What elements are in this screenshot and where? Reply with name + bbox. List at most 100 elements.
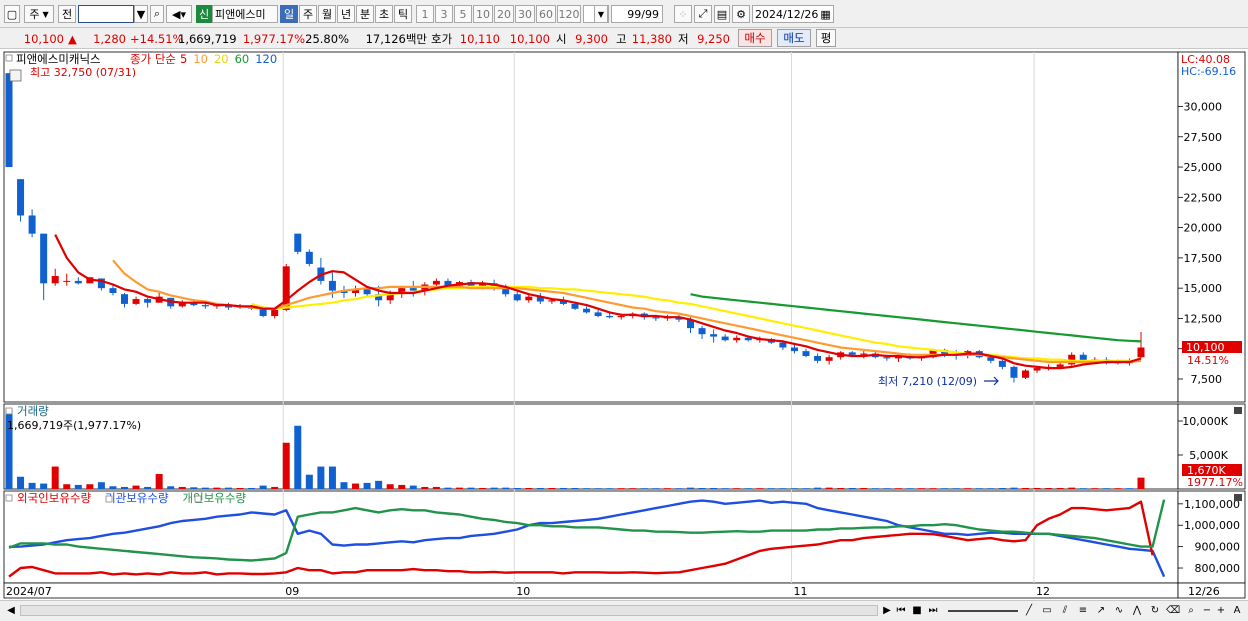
- gear-icon[interactable]: ⚙: [732, 5, 750, 23]
- interval-120[interactable]: 120: [557, 5, 581, 23]
- interval-5[interactable]: 5: [454, 5, 472, 23]
- draw-arrow-icon[interactable]: ↗: [1094, 603, 1108, 618]
- high-label: 고: [616, 32, 627, 46]
- volume-bar: [74, 484, 82, 489]
- legend-individual-toggle-icon[interactable]: [194, 495, 202, 503]
- window-icon[interactable]: ▢: [4, 5, 20, 23]
- holdings-legend: 외국인보유수량 기관보유수량 개인보유수량: [17, 491, 246, 505]
- volume-bar: [502, 487, 510, 489]
- volume-bar: [536, 487, 544, 489]
- price-tick-label: 7,500: [1191, 373, 1223, 386]
- period-year[interactable]: 년: [337, 5, 355, 23]
- stock-chart: 2024/07091011127,50010,00012,50015,00017…: [3, 51, 1246, 599]
- chart-title: 피앤에스미캐닉스: [16, 52, 101, 66]
- save-icon[interactable]: ▤: [714, 5, 730, 23]
- scroll-first-icon[interactable]: ⏮: [894, 603, 908, 618]
- compare-icon[interactable]: ⁘: [674, 5, 692, 23]
- volume-panel-toggle-icon[interactable]: [5, 407, 13, 415]
- draw-line-icon[interactable]: ╱: [1022, 603, 1036, 618]
- volume-bar: [952, 488, 960, 490]
- draw-cycle-icon[interactable]: ↻: [1148, 603, 1162, 618]
- legend-institution: 기관보유수량: [105, 491, 169, 505]
- legend-institution-toggle-icon[interactable]: [105, 495, 113, 503]
- legend-individual: 개인보유수량: [183, 491, 247, 505]
- volume-bar: [941, 488, 949, 490]
- sell-button[interactable]: 매도: [777, 29, 811, 47]
- scroll-right-icon[interactable]: ▶: [880, 603, 894, 618]
- volume-bar: [1045, 487, 1053, 489]
- code-dropdown-chevron-icon[interactable]: ▼: [134, 5, 148, 23]
- font-size-icon[interactable]: A: [1230, 603, 1244, 618]
- scroll-last-icon[interactable]: ⏭: [926, 603, 940, 618]
- interval-10[interactable]: 10: [473, 5, 493, 23]
- volume-bar: [629, 488, 637, 490]
- hc-label: HC:-69.16: [1181, 65, 1236, 78]
- volume-panel-close-icon[interactable]: [1234, 407, 1242, 414]
- current-pct-marker-label: 14.51%: [1187, 354, 1229, 367]
- interval-1[interactable]: 1: [416, 5, 434, 23]
- interval-20[interactable]: 20: [494, 5, 514, 23]
- average-button[interactable]: 평: [816, 29, 836, 47]
- volume-bar: [525, 487, 533, 489]
- candle-body: [294, 233, 302, 252]
- volume-bar: [224, 487, 232, 489]
- volume-bar: [918, 488, 926, 490]
- volume-bar: [1125, 488, 1133, 490]
- volume-bar: [144, 486, 152, 489]
- scroll-left-icon[interactable]: ◀: [4, 603, 18, 618]
- zoom-out-icon[interactable]: −: [1200, 603, 1214, 618]
- interval-chevron-icon[interactable]: ▼: [594, 5, 608, 23]
- date-axis-label: 10: [516, 585, 530, 598]
- high-note: 최고 32,750 (07/31): [30, 66, 136, 79]
- page-count[interactable]: 99/99: [611, 5, 663, 23]
- sound-icon[interactable]: ◀▾: [166, 5, 192, 23]
- volume-bar: [398, 484, 406, 489]
- zoom-in-icon[interactable]: +: [1214, 603, 1228, 618]
- stop-icon[interactable]: ■: [910, 603, 924, 618]
- zoom-slider[interactable]: [948, 610, 1018, 612]
- panel-toggle-icon[interactable]: [5, 54, 13, 62]
- interval-3[interactable]: 3: [435, 5, 453, 23]
- volume-bar: [825, 487, 833, 489]
- volume-bar: [132, 485, 140, 489]
- zoom-icon[interactable]: ⌕: [1184, 603, 1198, 618]
- candle-body: [1021, 370, 1029, 378]
- holdings-panel-toggle-icon[interactable]: [5, 494, 13, 502]
- period-tick[interactable]: 틱: [394, 5, 412, 23]
- volume-tick-label: 10,000K: [1182, 415, 1228, 428]
- period-day[interactable]: 일: [280, 5, 298, 23]
- scroll-track[interactable]: [20, 605, 878, 616]
- volume-bar: [721, 488, 729, 490]
- calendar-icon[interactable]: ▦: [820, 8, 830, 21]
- holdings-panel-close-icon[interactable]: [1234, 494, 1242, 501]
- period-month[interactable]: 월: [318, 5, 336, 23]
- draw-wave-icon[interactable]: ∿: [1112, 603, 1126, 618]
- chart-scrollbar[interactable]: ◀ ▶ ⏮ ■ ⏭ ╱ ▭ ⫽ ≡ ↗ ∿ ⋀ ↻ ⌫ ⌕ − + A: [0, 600, 1248, 621]
- crosshair-icon[interactable]: ⤢: [694, 5, 712, 23]
- search-icon[interactable]: ⌕: [150, 5, 164, 23]
- volume-bar: [767, 488, 775, 490]
- date-input[interactable]: 2024/12/26 ▦: [752, 5, 834, 23]
- prev-button[interactable]: 전: [58, 5, 76, 23]
- volume-bar: [201, 487, 209, 489]
- interval-60[interactable]: 60: [536, 5, 556, 23]
- date-label: 2024/12/26: [755, 7, 819, 21]
- candle-body: [63, 280, 71, 282]
- candle-body: [606, 316, 614, 318]
- calculator-icon[interactable]: [9, 69, 22, 82]
- draw-box-icon[interactable]: ▭: [1040, 603, 1054, 618]
- volume-bar: [617, 488, 625, 490]
- buy-button[interactable]: 매수: [738, 29, 772, 47]
- volume-bar: [190, 487, 198, 489]
- draw-channel-icon[interactable]: ⫽: [1058, 603, 1072, 618]
- candle-body: [109, 288, 117, 294]
- period-second[interactable]: 초: [375, 5, 393, 23]
- erase-icon[interactable]: ⌫: [1166, 603, 1180, 618]
- draw-fibo-icon[interactable]: ≡: [1076, 603, 1090, 618]
- period-week[interactable]: 주: [299, 5, 317, 23]
- market-select[interactable]: 주 ▼: [24, 5, 54, 23]
- period-minute[interactable]: 분: [356, 5, 374, 23]
- draw-pattern-icon[interactable]: ⋀: [1130, 603, 1144, 618]
- interval-30[interactable]: 30: [515, 5, 535, 23]
- code-input[interactable]: 460940: [78, 5, 134, 23]
